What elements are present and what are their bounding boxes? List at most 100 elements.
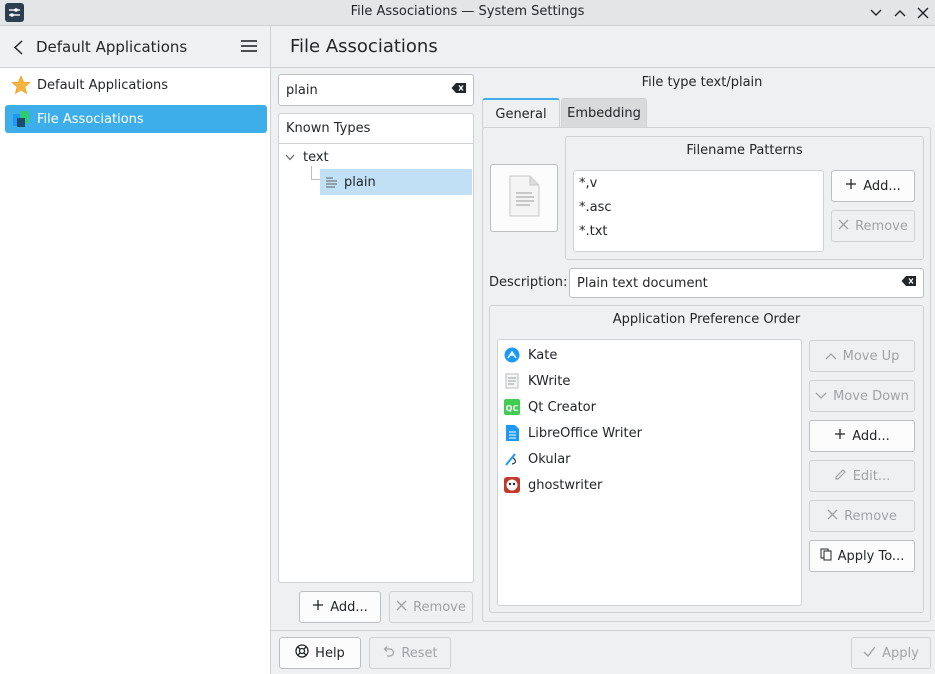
tab-embedding[interactable]: Embedding — [561, 98, 647, 128]
maximize-button[interactable] — [890, 3, 910, 23]
tree-item-label: text — [303, 149, 329, 165]
tree-item-label: plain — [344, 174, 376, 190]
pattern-item[interactable]: *.asc — [579, 200, 612, 215]
pencil-icon — [834, 468, 847, 485]
add-pattern-label: Add... — [863, 178, 901, 194]
apply-to-label: Apply To... — [837, 548, 905, 564]
list-item-qt-creator[interactable]: QC Qt Creator — [504, 395, 596, 419]
list-item-libreoffice-writer[interactable]: LibreOffice Writer — [504, 421, 642, 445]
qtcreator-icon: QC — [504, 399, 520, 415]
star-icon — [11, 75, 31, 95]
description-value: Plain text document — [577, 275, 708, 291]
title-bar: File Associations — System Settings — [0, 0, 935, 26]
pattern-item[interactable]: *,v — [579, 176, 597, 191]
app-name: Okular — [528, 451, 571, 467]
app-list[interactable]: Kate KWrite QC Qt Creator LibreOffice Wr… — [497, 339, 802, 606]
list-item-okular[interactable]: Okular — [504, 447, 571, 471]
app-name: Qt Creator — [528, 399, 596, 415]
sidebar-header: Default Applications — [0, 26, 271, 68]
move-up-label: Move Up — [842, 348, 900, 364]
remove-app-label: Remove — [844, 508, 897, 524]
chevron-down-icon — [285, 154, 297, 161]
add-type-label: Add... — [330, 599, 368, 615]
page-title: File Associations — [290, 36, 438, 57]
x-icon — [838, 219, 849, 234]
apply-to-button[interactable]: Apply To... — [809, 540, 915, 572]
remove-type-button[interactable]: Remove — [389, 591, 473, 623]
clear-icon[interactable] — [901, 275, 917, 291]
file-type-icon-button[interactable] — [490, 164, 558, 232]
sidebar-item-label: File Associations — [37, 111, 144, 127]
edit-app-button[interactable]: Edit... — [809, 460, 915, 492]
reset-label: Reset — [401, 645, 438, 661]
filename-patterns-title: Filename Patterns — [686, 143, 803, 158]
app-name: LibreOffice Writer — [528, 425, 642, 441]
add-app-button[interactable]: Add... — [809, 420, 915, 452]
description-field[interactable]: Plain text document — [569, 268, 924, 298]
okular-icon — [504, 451, 520, 467]
tree-header: Known Types — [279, 114, 473, 144]
kate-icon — [504, 347, 520, 363]
remove-app-button[interactable]: Remove — [809, 500, 915, 532]
app-name: Kate — [528, 347, 558, 363]
description-label: Description: — [489, 275, 568, 290]
clear-icon[interactable] — [451, 82, 467, 98]
app-name: ghostwriter — [528, 477, 603, 493]
pattern-item[interactable]: *.txt — [579, 224, 608, 239]
move-up-button[interactable]: Move Up — [809, 340, 915, 372]
tab-label: General — [495, 106, 547, 122]
add-app-label: Add... — [852, 428, 890, 444]
tree-item-plain[interactable]: plain — [320, 169, 472, 195]
known-types-tree[interactable]: Known Types text plain — [278, 113, 474, 583]
hamburger-menu-button[interactable] — [240, 38, 258, 54]
app-preference-title: Application Preference Order — [612, 312, 801, 327]
tab-general[interactable]: General — [482, 98, 560, 128]
list-item-ghostwriter[interactable]: ghostwriter — [504, 473, 602, 497]
text-document-icon — [325, 176, 339, 188]
move-down-button[interactable]: Move Down — [809, 380, 915, 412]
footer-divider — [271, 630, 935, 631]
back-label: Default Applications — [36, 38, 188, 56]
chevron-up-icon — [825, 349, 837, 364]
plus-icon — [312, 599, 324, 615]
sidebar: Default Applications File Associations — [0, 68, 271, 674]
tab-label: Embedding — [567, 106, 641, 121]
tree-item-text[interactable]: text — [285, 148, 329, 166]
text-file-icon — [508, 175, 540, 221]
minimize-button[interactable] — [866, 3, 886, 23]
file-type-title: File type text/plain — [641, 75, 763, 90]
remove-pattern-button[interactable]: Remove — [831, 210, 915, 242]
edit-app-label: Edit... — [852, 468, 891, 484]
patterns-list[interactable]: *,v *.asc *.txt — [573, 170, 824, 252]
sidebar-item-label: Default Applications — [37, 77, 169, 93]
page-header: File Associations — [271, 26, 935, 68]
sidebar-item-file-associations[interactable]: File Associations — [5, 105, 267, 133]
apply-button[interactable]: Apply — [851, 637, 931, 669]
add-pattern-button[interactable]: Add... — [831, 170, 915, 202]
file-associations-icon — [11, 109, 31, 129]
add-type-button[interactable]: Add... — [299, 591, 381, 623]
list-item-kate[interactable]: Kate — [504, 343, 557, 367]
plus-icon — [845, 178, 857, 194]
x-icon — [396, 600, 407, 615]
list-item-kwrite[interactable]: KWrite — [504, 369, 570, 393]
back-button[interactable]: Default Applications — [8, 34, 208, 60]
sidebar-item-default-applications[interactable]: Default Applications — [5, 71, 267, 99]
ghostwriter-icon — [504, 477, 520, 493]
close-button[interactable] — [913, 3, 933, 23]
svg-text:QC: QC — [506, 404, 519, 413]
window-title: File Associations — System Settings — [350, 4, 585, 19]
plus-icon — [834, 428, 846, 444]
remove-pattern-label: Remove — [855, 218, 908, 234]
search-value: plain — [286, 82, 318, 98]
writer-icon — [504, 425, 520, 441]
kwrite-icon — [504, 373, 520, 389]
app-name: KWrite — [528, 373, 571, 389]
apply-label: Apply — [882, 645, 919, 661]
reset-button[interactable]: Reset — [369, 637, 451, 669]
search-input[interactable]: plain — [278, 74, 474, 106]
move-down-label: Move Down — [833, 388, 909, 404]
help-button[interactable]: Help — [279, 637, 361, 669]
tree-header-label: Known Types — [286, 121, 371, 136]
checkmark-icon — [863, 646, 876, 661]
